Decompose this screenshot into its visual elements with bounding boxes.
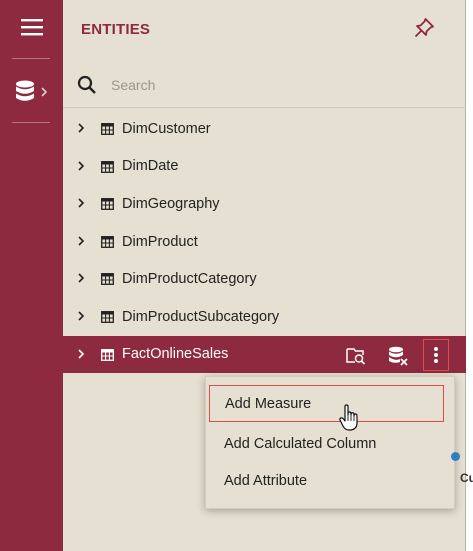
data-source-button[interactable] bbox=[0, 70, 63, 114]
entity-label: DimProduct bbox=[122, 233, 198, 250]
chevron-right-icon[interactable] bbox=[76, 160, 86, 172]
context-menu: Add Measure Add Calculated Column Add At… bbox=[205, 376, 455, 509]
table-icon bbox=[101, 198, 114, 211]
more-vertical-icon bbox=[434, 346, 438, 363]
entity-label: DimProductCategory bbox=[122, 271, 257, 288]
entity-row[interactable]: DimGeography bbox=[63, 185, 466, 223]
entity-label: DimGeography bbox=[122, 195, 220, 212]
table-icon bbox=[101, 311, 114, 323]
entity-row[interactable]: DimProductSubcategory bbox=[63, 298, 466, 336]
canvas-node-partial: Cu bbox=[451, 450, 473, 490]
menu-button[interactable] bbox=[0, 6, 63, 48]
menu-item-label: Add Attribute bbox=[224, 472, 308, 489]
panel-header: ENTITIES bbox=[63, 0, 466, 58]
rail-divider bbox=[12, 58, 50, 59]
entity-list: DimCustomer DimDate DimGeography DimProd… bbox=[63, 110, 466, 374]
menu-item-label: Add Calculated Column bbox=[224, 435, 377, 452]
entity-row-selected[interactable]: FactOnlineSales bbox=[63, 335, 466, 374]
entity-label: FactOnlineSales bbox=[122, 346, 229, 363]
entity-label: DimProductSubcategory bbox=[122, 308, 280, 325]
chevron-right-icon[interactable] bbox=[76, 235, 86, 247]
remove-table-button[interactable] bbox=[385, 343, 411, 369]
chevron-right-icon[interactable] bbox=[76, 272, 86, 284]
pin-button[interactable] bbox=[412, 16, 436, 40]
view-data-button[interactable] bbox=[343, 343, 369, 369]
menu-item-label: Add Measure bbox=[225, 395, 312, 412]
table-icon bbox=[101, 235, 114, 248]
chevron-right-icon[interactable] bbox=[76, 348, 86, 360]
chevron-right-icon[interactable] bbox=[76, 310, 86, 322]
more-options-button[interactable] bbox=[423, 338, 449, 371]
search-input[interactable] bbox=[111, 72, 441, 98]
hamburger-icon bbox=[20, 19, 43, 36]
database-icon bbox=[16, 80, 34, 101]
chevron-right-icon bbox=[41, 87, 48, 97]
table-icon bbox=[101, 348, 114, 361]
search-table-icon bbox=[346, 347, 366, 365]
nav-rail bbox=[0, 0, 63, 551]
menu-item-add-attribute[interactable]: Add Attribute bbox=[206, 462, 456, 499]
canvas-node-label: Cu bbox=[460, 471, 473, 485]
search-bar bbox=[63, 62, 466, 108]
entity-row[interactable]: DimProduct bbox=[63, 223, 466, 261]
hand-cursor-icon bbox=[339, 404, 358, 431]
panel-title: ENTITIES bbox=[81, 20, 151, 38]
table-icon bbox=[101, 160, 114, 173]
entity-label: DimCustomer bbox=[122, 120, 211, 137]
entity-row[interactable]: DimDate bbox=[63, 148, 466, 186]
entity-row[interactable]: DimCustomer bbox=[63, 110, 466, 148]
database-remove-icon bbox=[389, 346, 408, 366]
node-connector-icon bbox=[451, 452, 460, 461]
menu-item-add-calculated-column[interactable]: Add Calculated Column bbox=[206, 425, 456, 462]
pin-icon bbox=[414, 18, 434, 38]
entity-label: DimDate bbox=[122, 158, 179, 175]
table-icon bbox=[101, 273, 114, 286]
rail-divider bbox=[12, 122, 50, 123]
menu-item-add-measure[interactable]: Add Measure bbox=[209, 385, 444, 422]
chevron-right-icon[interactable] bbox=[76, 122, 86, 134]
entity-row[interactable]: DimProductCategory bbox=[63, 260, 466, 298]
search-icon bbox=[77, 75, 96, 94]
table-icon bbox=[101, 123, 114, 135]
chevron-right-icon[interactable] bbox=[76, 197, 86, 209]
